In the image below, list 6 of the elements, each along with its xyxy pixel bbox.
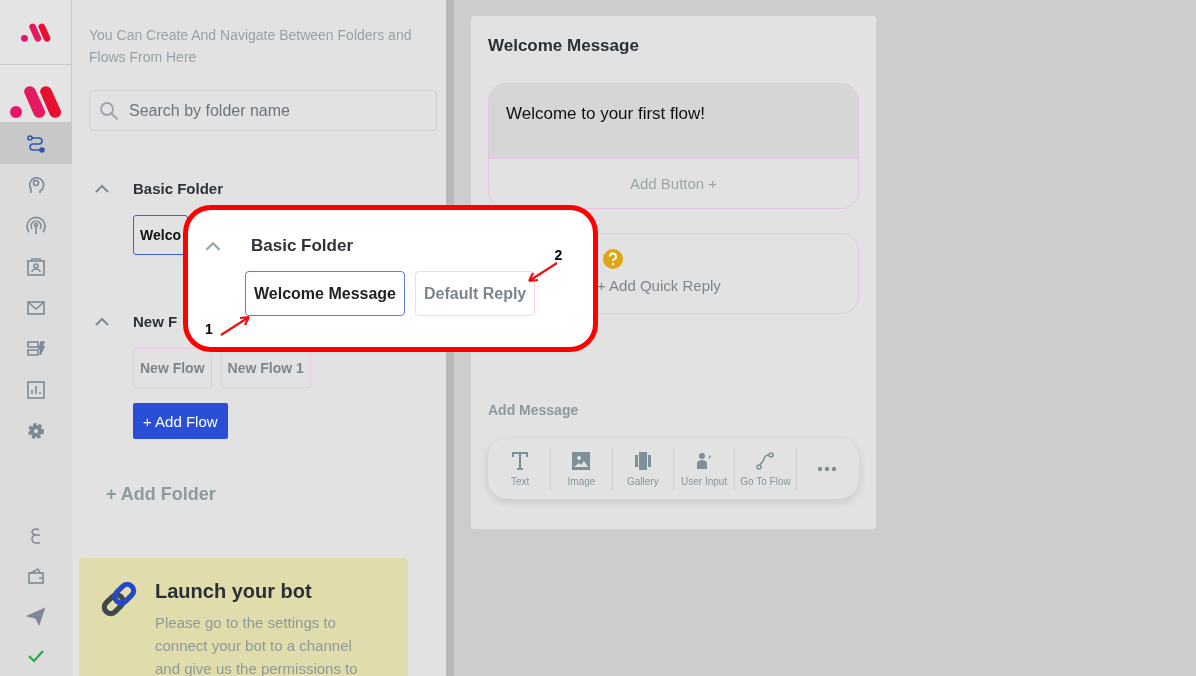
step-number: 2 bbox=[554, 247, 563, 263]
step-number: 1 bbox=[205, 321, 213, 337]
card-title: Welcome Message bbox=[488, 36, 640, 56]
launch-title: Launch your bot bbox=[155, 580, 313, 603]
intro-text: You Can Create And Navigate Between Folders and Flows From Here bbox=[89, 26, 413, 67]
add-message-label: Add Message bbox=[488, 402, 580, 418]
